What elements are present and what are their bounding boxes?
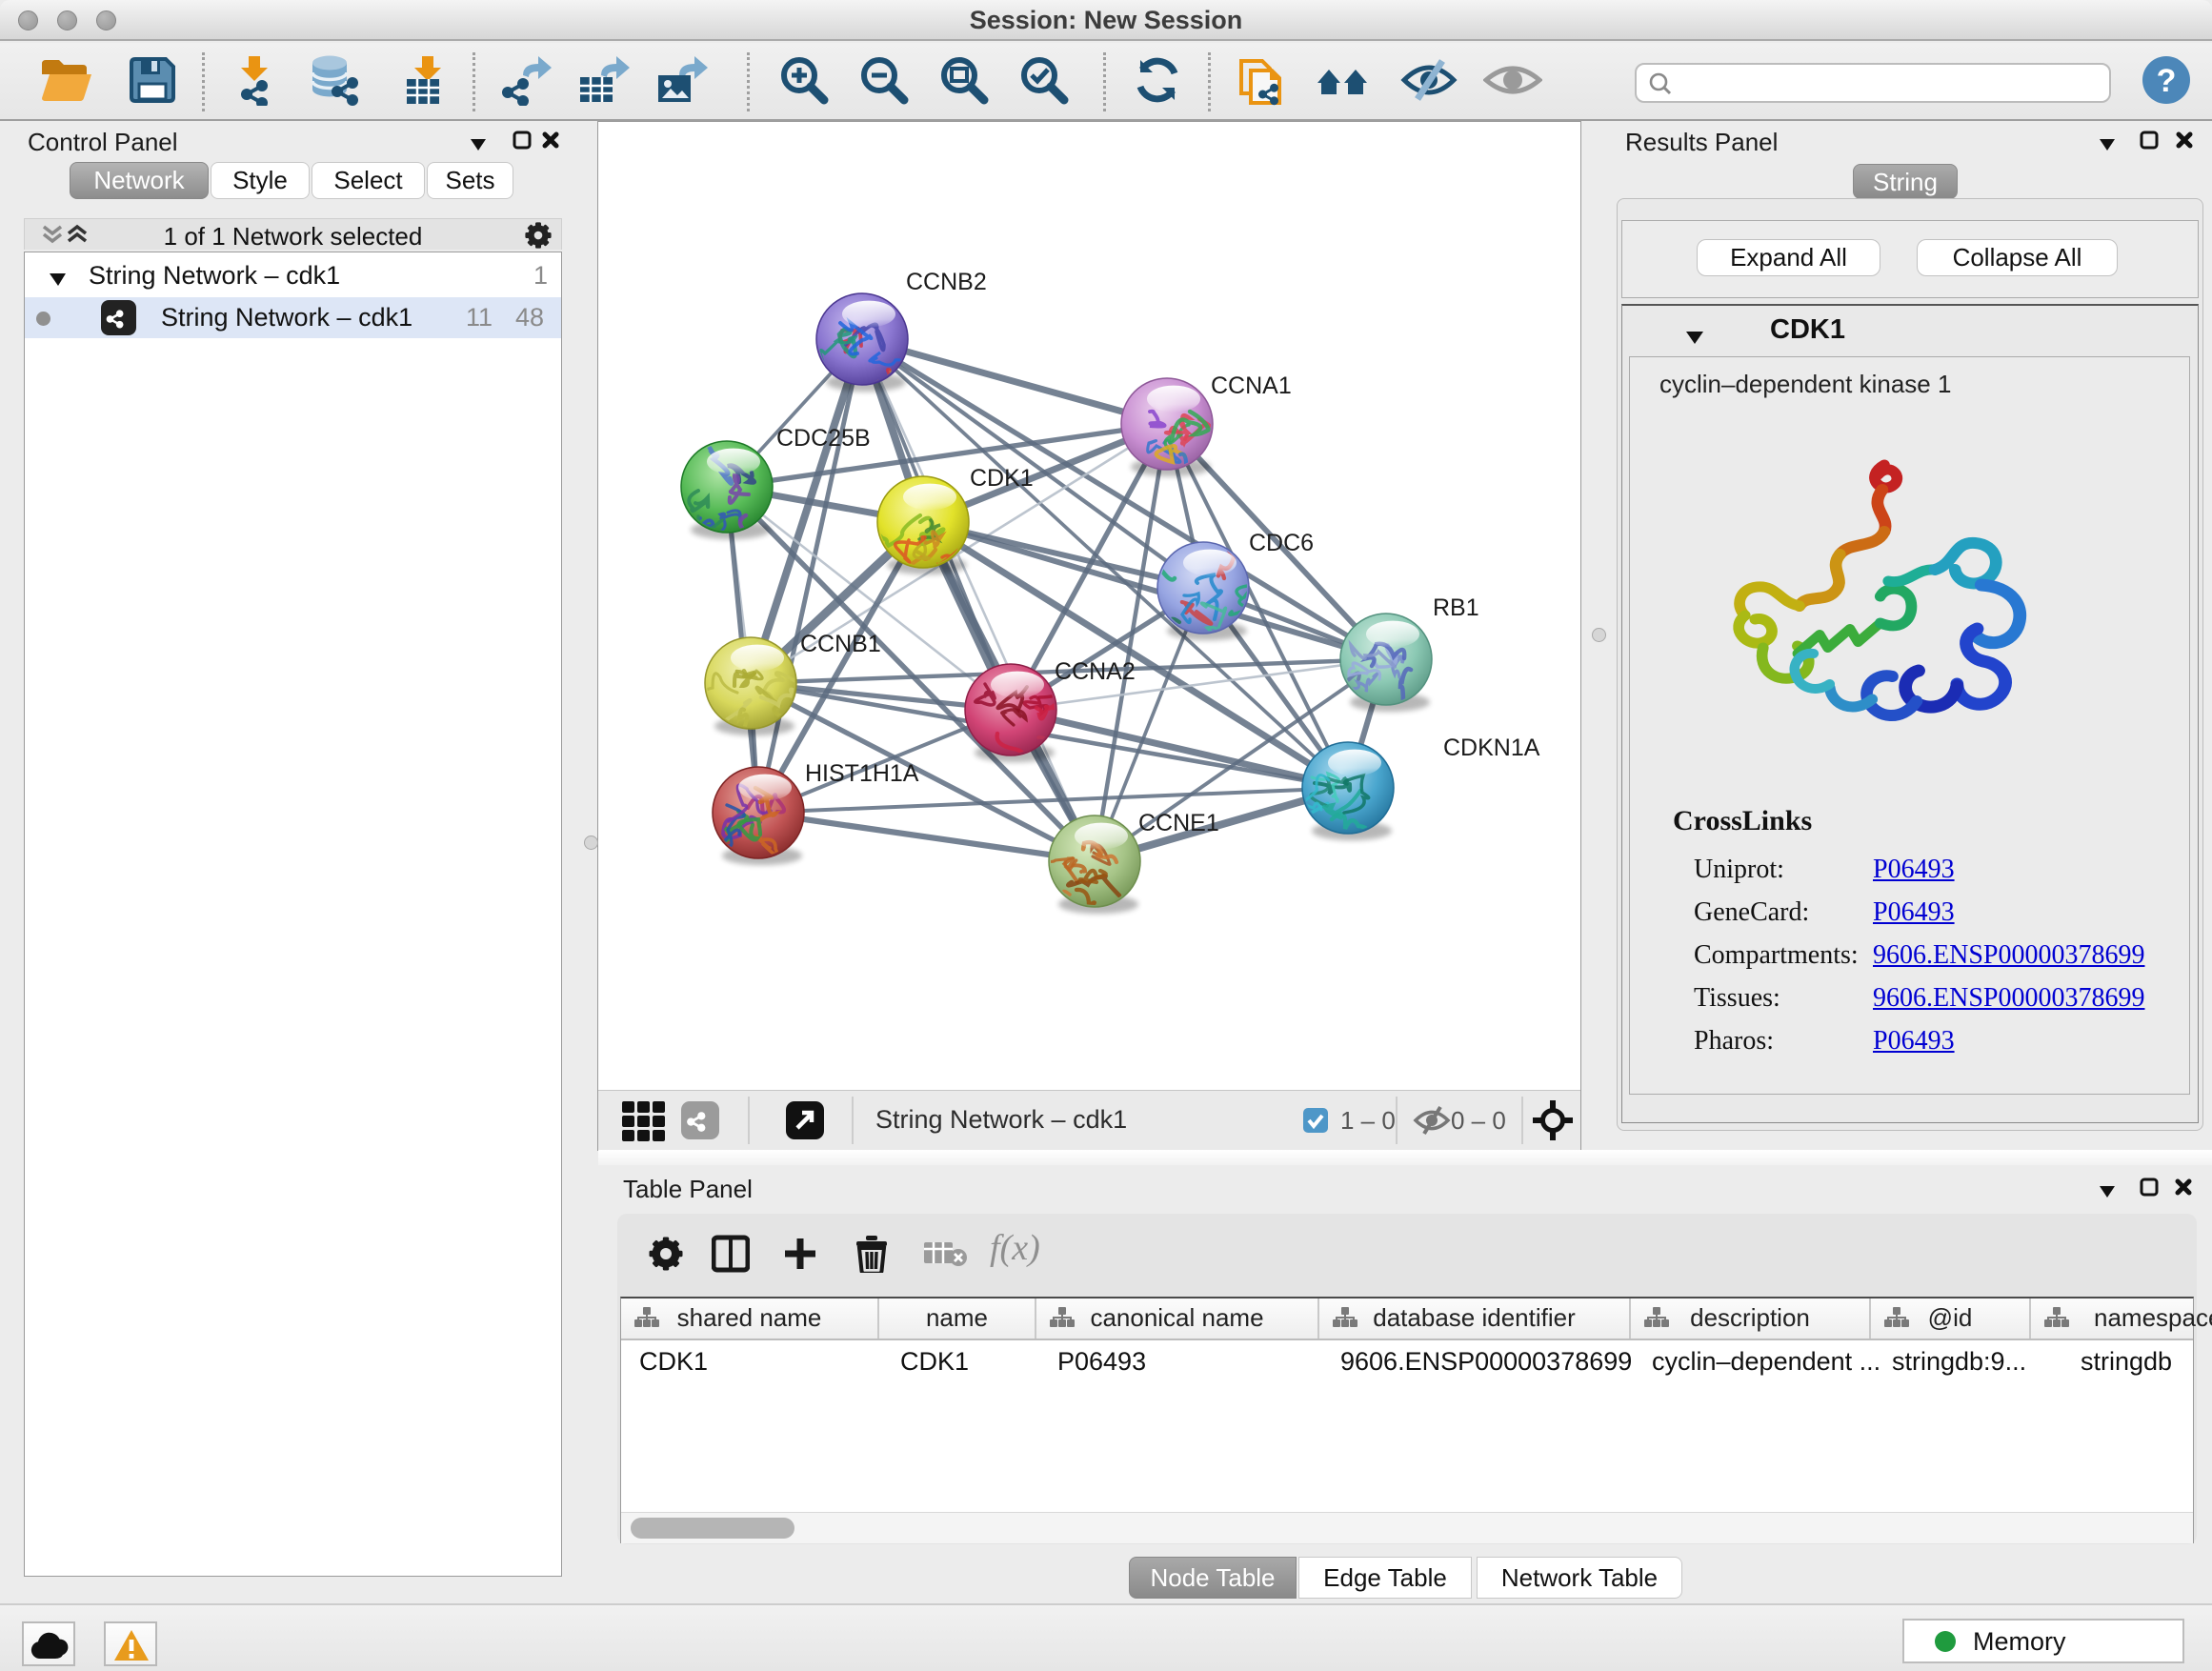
svg-text:CCNA2: CCNA2 <box>1055 658 1136 685</box>
svg-text:CDK1: CDK1 <box>970 465 1034 492</box>
svg-text:?: ? <box>2157 63 2177 99</box>
svg-text:CDKN1A: CDKN1A <box>1443 735 1540 761</box>
svg-text:CDC25B: CDC25B <box>776 425 871 452</box>
svg-text:CCNB1: CCNB1 <box>800 631 881 657</box>
svg-text:HIST1H1A: HIST1H1A <box>805 760 919 787</box>
svg-text:RB1: RB1 <box>1433 594 1479 621</box>
svg-text:CCNE1: CCNE1 <box>1138 810 1219 836</box>
svg-text:CCNB2: CCNB2 <box>906 269 987 295</box>
svg-text:CDC6: CDC6 <box>1249 530 1314 556</box>
svg-text:CCNA1: CCNA1 <box>1211 372 1292 399</box>
